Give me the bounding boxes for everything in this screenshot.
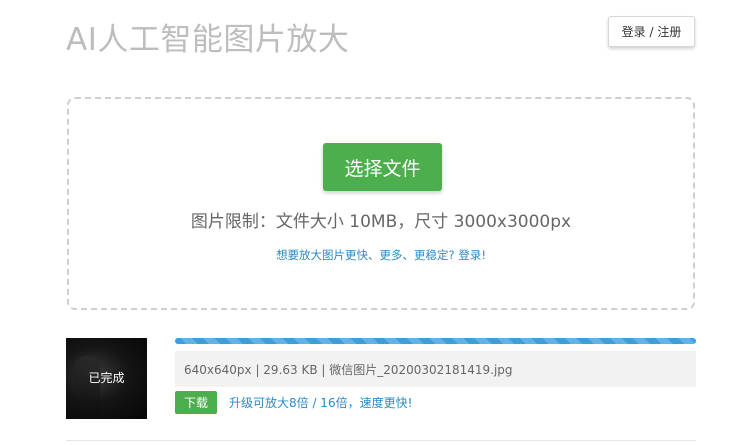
page-title: AI人工智能图片放大 [66,22,350,58]
download-button[interactable]: 下载 [175,391,217,414]
thumbnail-figure [74,356,100,416]
login-upsell-link[interactable]: 想要放大图片更快、更多、更稳定? 登录! [69,247,693,263]
file-info-text: 640x640px | 29.63 KB | 微信图片_202003021814… [175,351,696,387]
result-thumbnail: 已完成 [66,338,147,419]
login-register-button[interactable]: 登录 / 注册 [608,16,695,47]
bottom-divider [66,440,696,441]
image-limit-text: 图片限制：文件大小 10MB，尺寸 3000x3000px [190,212,572,232]
select-file-button[interactable]: 选择文件 [323,143,442,191]
upgrade-link[interactable]: 升级可放大8倍 / 16倍，速度更快! [229,394,412,411]
upload-dropzone[interactable]: 选择文件 图片限制：文件大小 10MB，尺寸 3000x3000px 想要放大图… [67,97,695,310]
progress-bar [175,338,696,344]
progress-fill [175,338,696,344]
thumbnail-status-label: 已完成 [88,371,125,385]
